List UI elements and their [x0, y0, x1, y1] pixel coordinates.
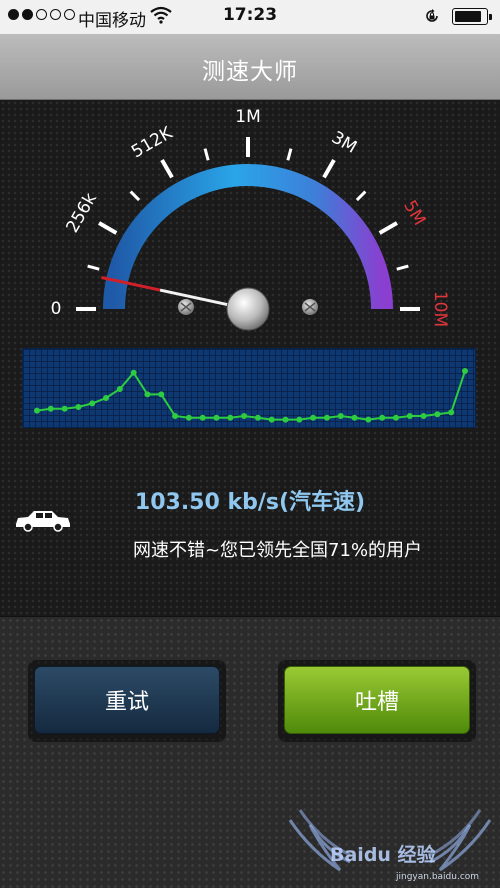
- speed-history-point: [310, 414, 317, 421]
- speed-history-point: [103, 395, 110, 401]
- speed-gauge: 0 256k 512K 1M 3M 5M 10M: [51, 107, 450, 331]
- speed-history-point: [379, 414, 386, 421]
- speed-history-point: [462, 368, 468, 374]
- watermark-url: jingyan.baidu.com: [396, 872, 480, 882]
- speed-history-point: [420, 413, 427, 419]
- speed-history-point: [61, 405, 68, 412]
- gauge-scale-label: 0: [51, 299, 62, 319]
- speed-history-point: [282, 416, 289, 423]
- speed-history-point: [172, 413, 179, 419]
- speed-history-graph: [22, 348, 476, 428]
- speed-history-point: [130, 369, 137, 376]
- status-bar: 中国移动 17:23: [0, 0, 500, 34]
- speed-history-point: [296, 416, 303, 423]
- speed-history-point: [158, 391, 165, 398]
- gauge-scale-label: 1M: [235, 107, 260, 127]
- gauge-minor-tick: [396, 264, 409, 271]
- rant-button[interactable]: 吐槽: [284, 666, 470, 734]
- speed-history-line: [36, 370, 466, 421]
- gauge-hub: [226, 287, 270, 331]
- gauge-minor-tick: [286, 148, 293, 161]
- speed-history-point: [227, 414, 234, 421]
- speed-history-point: [323, 414, 330, 421]
- speed-history-point: [185, 414, 192, 421]
- speed-history-point: [116, 386, 123, 392]
- gauge-minor-tick: [203, 148, 210, 161]
- gauge-major-tick: [378, 221, 398, 235]
- speed-history-point: [351, 414, 358, 421]
- speed-history-point: [448, 409, 455, 416]
- rank-message: 网速不错~您已领先全国71%的用户: [132, 540, 423, 561]
- gauge-minor-tick: [87, 264, 100, 271]
- retry-button[interactable]: 重试: [34, 666, 220, 734]
- gauge-scale-label: 512K: [128, 123, 176, 163]
- gauge-minor-tick: [355, 190, 367, 202]
- speed-history-point: [254, 414, 261, 421]
- speed-history-point: [89, 400, 96, 407]
- rotation-lock-icon: [426, 9, 438, 22]
- speed-history-point: [337, 413, 344, 419]
- speed-history-point: [268, 416, 275, 423]
- speed-history-point: [199, 414, 206, 421]
- retry-button-frame: 重试: [28, 660, 226, 742]
- battery-icon: [452, 8, 492, 25]
- speed-history-point: [434, 411, 441, 418]
- gauge-needle-body: [159, 288, 229, 307]
- speed-history-point: [365, 416, 372, 423]
- gauge-major-tick: [98, 221, 118, 235]
- rant-button-frame: 吐槽: [278, 660, 476, 742]
- speed-history-point: [75, 404, 82, 410]
- speed-history-point: [392, 414, 399, 421]
- speed-history-point: [241, 413, 248, 419]
- speed-history-point: [406, 413, 413, 419]
- gauge-major-tick: [160, 159, 174, 179]
- watermark: Baidu 经验 jingyan.baidu.com: [280, 800, 500, 888]
- speed-history-point: [34, 407, 40, 414]
- speed-history-point: [144, 391, 151, 398]
- speed-result: 103.50 kb/s(汽车速): [134, 490, 366, 515]
- speed-history-point: [47, 405, 54, 412]
- battery-level: [455, 11, 481, 22]
- gauge-minor-tick: [129, 190, 141, 202]
- gauge-scale-label: 5M: [399, 197, 429, 229]
- speed-history-point: [213, 414, 220, 421]
- app-title: 测速大师: [202, 59, 298, 85]
- gauge-scale-label: 256k: [62, 190, 101, 237]
- watermark-logo: Baidu 经验: [330, 844, 436, 866]
- gauge-scale-label: 10M: [430, 291, 450, 327]
- title-bar: 测速大师: [0, 34, 500, 100]
- gauge-major-tick: [322, 159, 336, 179]
- gauge-scale-label: 3M: [328, 128, 360, 158]
